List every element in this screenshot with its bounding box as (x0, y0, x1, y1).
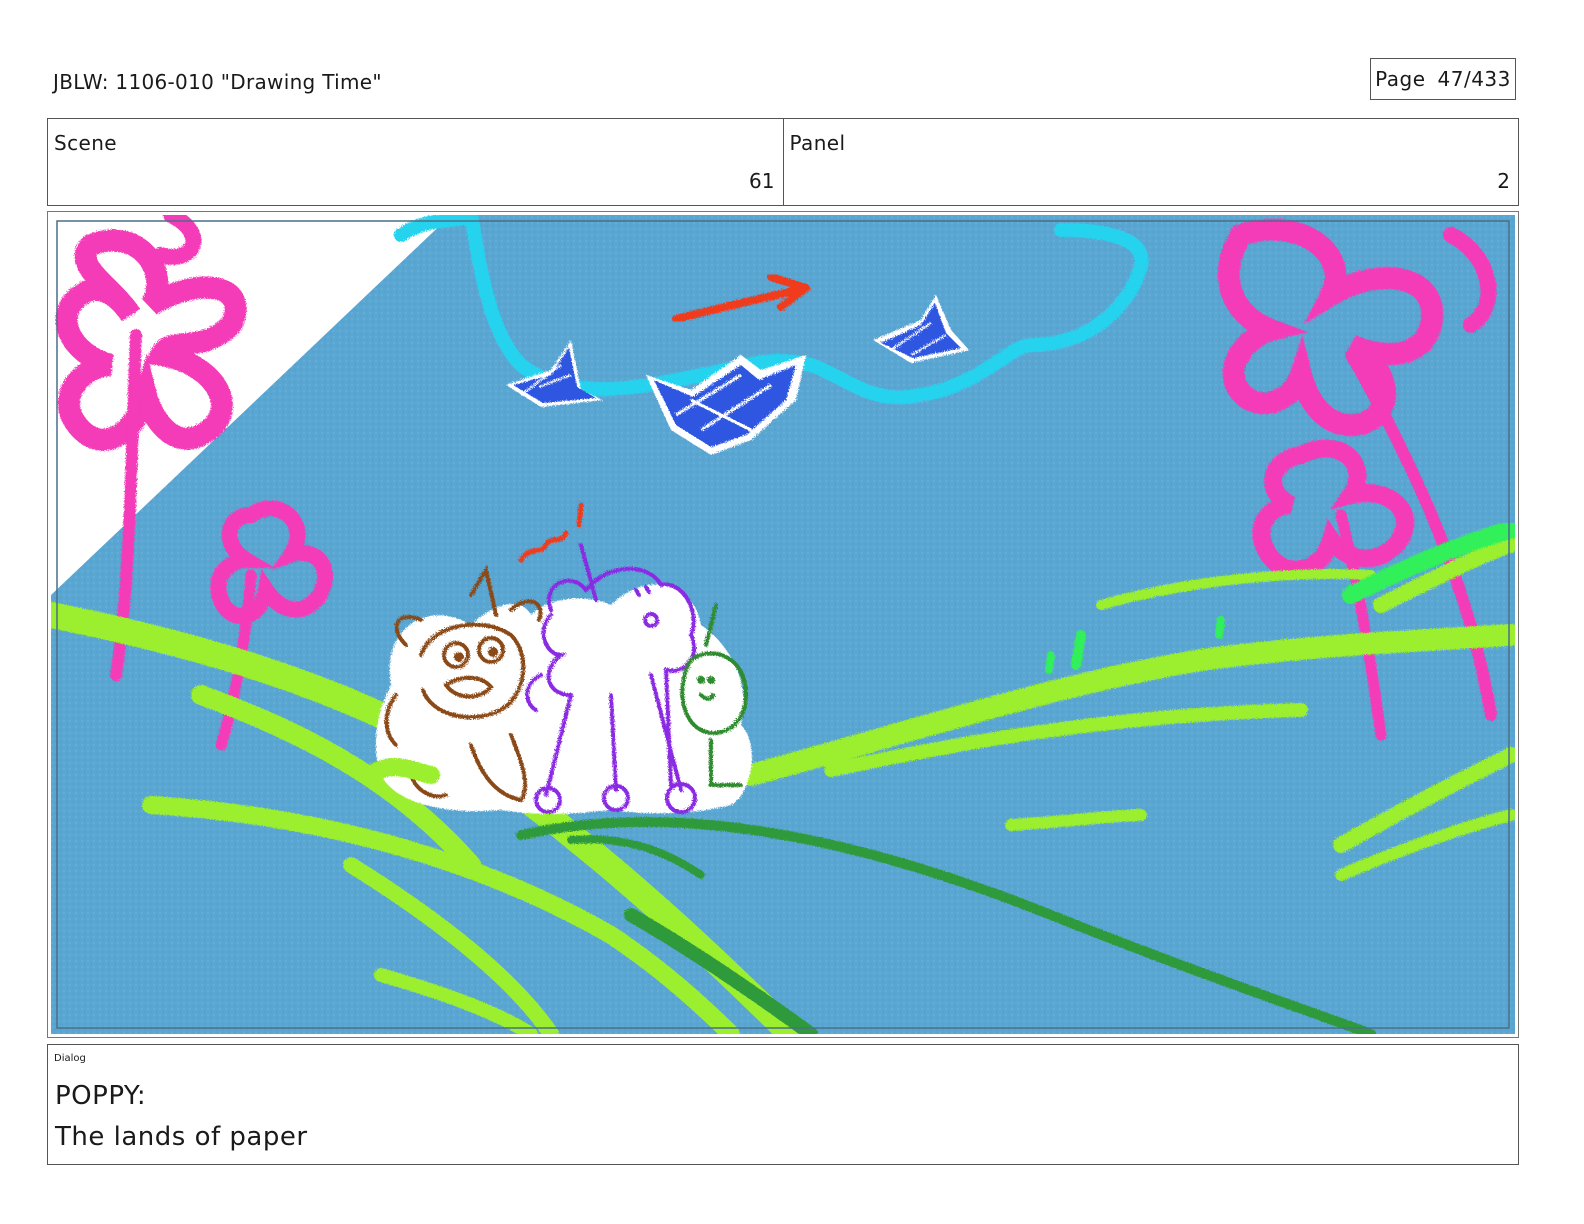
page-indicator: Page 47/433 (1370, 58, 1516, 100)
scene-value: 61 (749, 169, 775, 193)
scene-panel-table: Scene 61 Panel 2 (47, 118, 1519, 206)
dialog-speaker: POPPY: (55, 1081, 147, 1111)
dialog-box: Dialog POPPY: The lands of paper (47, 1044, 1519, 1165)
storyboard-panel (47, 211, 1519, 1038)
document-title: JBLW: 1106-010 "Drawing Time" (53, 70, 382, 94)
scene-cell: Scene 61 (48, 119, 783, 205)
page-label: Page (1375, 67, 1426, 91)
panel-value: 2 (1497, 169, 1510, 193)
scene-label: Scene (54, 131, 117, 155)
dialog-label: Dialog (54, 1053, 86, 1064)
panel-label: Panel (789, 131, 846, 155)
page-number: 47/433 (1437, 67, 1511, 91)
dialog-line: The lands of paper (55, 1122, 308, 1152)
storyboard-drawing (51, 215, 1515, 1034)
panel-cell: Panel 2 (782, 119, 1519, 205)
